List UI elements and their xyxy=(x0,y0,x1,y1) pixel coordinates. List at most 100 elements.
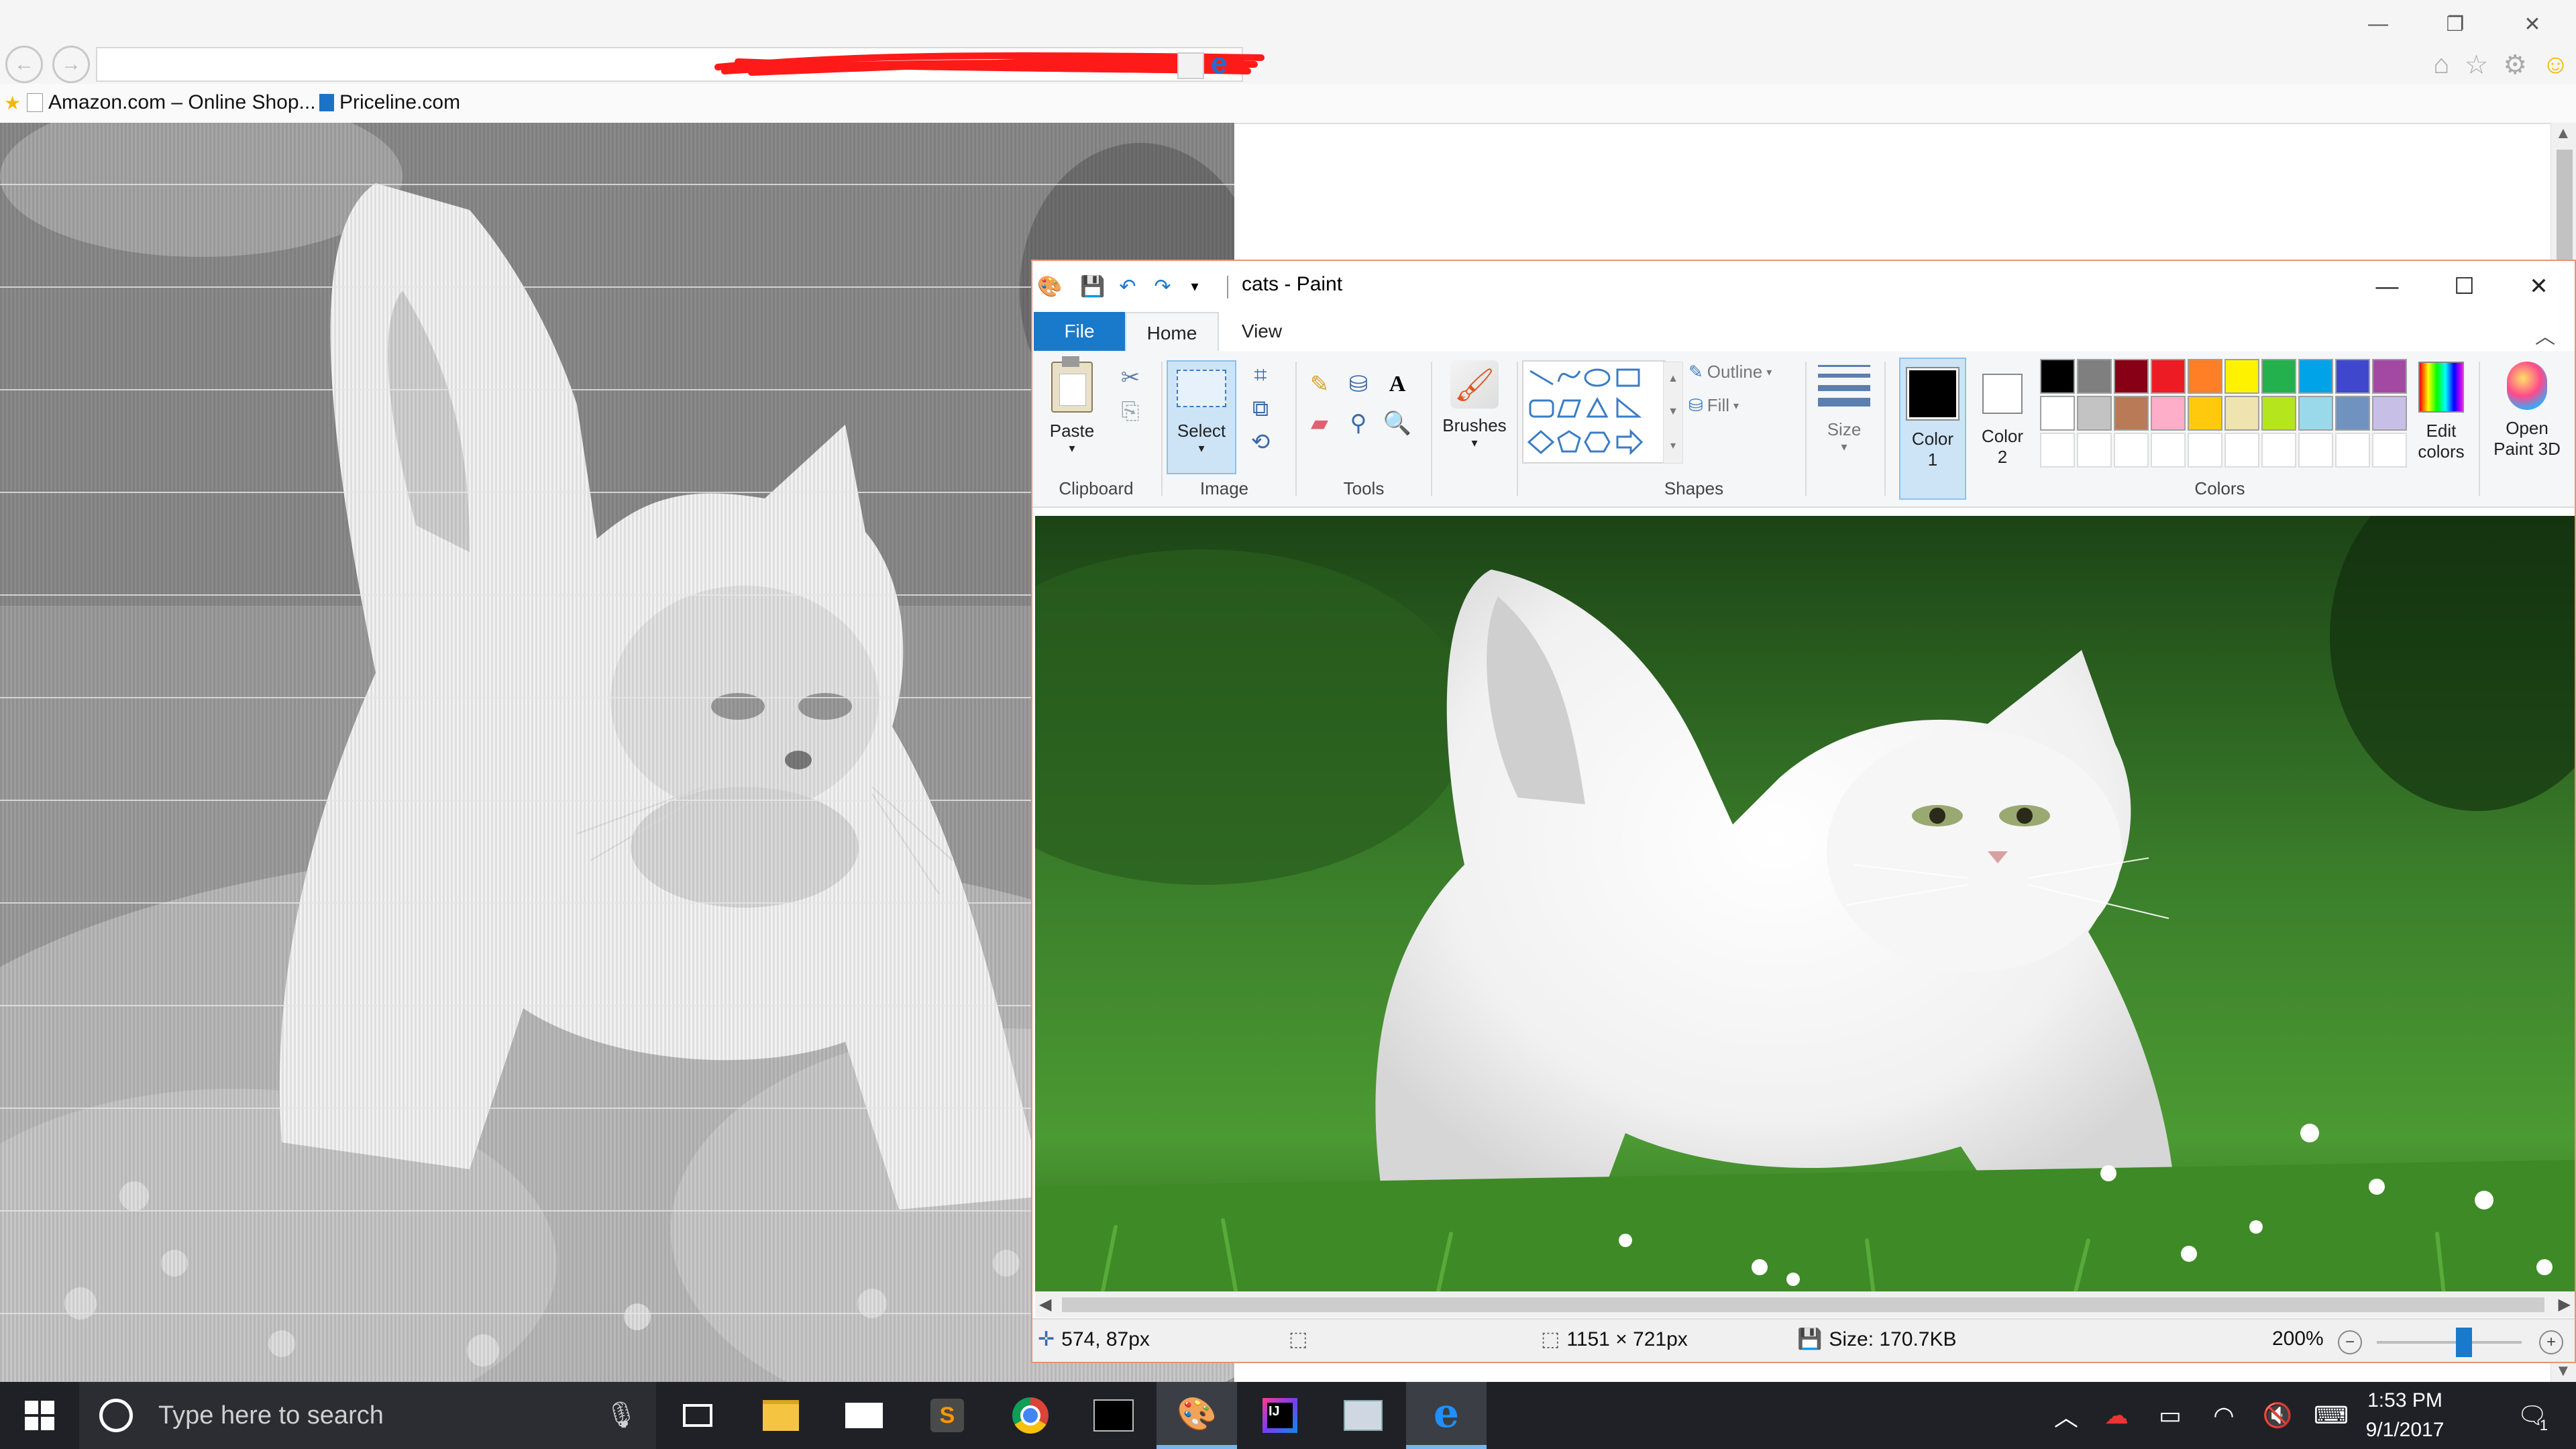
scroll-down-arrow-icon[interactable]: ▼ xyxy=(2555,1362,2571,1381)
favorites-star-icon[interactable]: ☆ xyxy=(2464,50,2488,80)
text-tool-icon[interactable]: A xyxy=(1381,368,1413,400)
rotate-icon[interactable]: ⟲ xyxy=(1244,426,1277,458)
scroll-right-arrow-icon[interactable]: ▶ xyxy=(2559,1295,2571,1314)
intellij-taskbar-button[interactable]: IJ xyxy=(1240,1382,1320,1449)
brushes-button[interactable]: 🖌 Brushes ▾ xyxy=(1438,360,1511,474)
forward-button[interactable]: → xyxy=(52,46,90,83)
tab-view[interactable]: View xyxy=(1216,312,1307,351)
file-explorer-taskbar-button[interactable] xyxy=(741,1382,821,1449)
fill-bucket-icon[interactable]: ⛁ xyxy=(1342,368,1375,400)
shapes-gallery-scroll[interactable]: ▲ ▼ ▾ xyxy=(1663,362,1683,464)
open-paint3d-button[interactable]: Open Paint 3D xyxy=(2481,362,2573,482)
action-center-button[interactable]: 🗨 1 xyxy=(2496,1382,2569,1449)
size-dropdown[interactable]: Size ▾ xyxy=(1811,362,1878,476)
palette-swatch[interactable] xyxy=(2335,359,2370,394)
palette-swatch[interactable] xyxy=(2298,359,2333,394)
palette-swatch[interactable] xyxy=(2188,396,2222,431)
browser-restore-button[interactable]: ❐ xyxy=(2418,4,2492,44)
copy-icon[interactable]: ⎘ xyxy=(1114,395,1146,427)
chrome-taskbar-button[interactable] xyxy=(990,1382,1071,1449)
canvas-horizontal-scrollbar[interactable]: ◀ ▶ xyxy=(1035,1291,2575,1318)
palette-swatch[interactable] xyxy=(2224,396,2259,431)
magnifier-icon[interactable]: 🔍 xyxy=(1381,407,1413,439)
palette-swatch[interactable] xyxy=(2188,359,2222,394)
undo-icon[interactable]: ↶ xyxy=(1114,273,1141,300)
home-icon[interactable]: ⌂ xyxy=(2433,50,2449,80)
back-button[interactable]: ← xyxy=(5,46,43,83)
battery-icon[interactable]: ▭ xyxy=(2147,1382,2194,1449)
settings-gear-icon[interactable]: ⚙ xyxy=(2503,50,2527,80)
keyboard-icon[interactable]: ⌨ xyxy=(2308,1382,2355,1449)
eraser-icon[interactable]: ▰ xyxy=(1303,407,1336,439)
palette-swatch-custom[interactable] xyxy=(2040,433,2075,468)
tab-home[interactable]: Home xyxy=(1125,312,1219,354)
smiley-feedback-icon[interactable]: ☺ xyxy=(2542,50,2569,80)
palette-swatch[interactable] xyxy=(2298,396,2333,431)
task-view-button[interactable] xyxy=(657,1382,738,1449)
palette-swatch[interactable] xyxy=(2372,396,2407,431)
show-hidden-icons-button[interactable]: ︿ xyxy=(2046,1382,2086,1449)
palette-swatch[interactable] xyxy=(2335,396,2370,431)
palette-swatch-custom[interactable] xyxy=(2114,433,2149,468)
palette-swatch[interactable] xyxy=(2114,359,2149,394)
ie-taskbar-button[interactable]: e xyxy=(1406,1382,1487,1449)
paint-taskbar-button[interactable]: 🎨 xyxy=(1157,1382,1237,1449)
palette-swatch-custom[interactable] xyxy=(2261,433,2296,468)
palette-swatch-custom[interactable] xyxy=(2151,433,2186,468)
palette-swatch[interactable] xyxy=(2372,359,2407,394)
palette-swatch-custom[interactable] xyxy=(2224,433,2259,468)
save-icon[interactable]: 💾 xyxy=(1079,273,1106,300)
canvas-scroll-thumb[interactable] xyxy=(1062,1297,2544,1312)
zoom-slider-track[interactable] xyxy=(2377,1341,2522,1344)
paste-button[interactable]: Paste ▾ xyxy=(1042,356,1102,476)
taskbar-search-box[interactable]: Type here to search 🎙 xyxy=(79,1382,656,1449)
scroll-left-arrow-icon[interactable]: ◀ xyxy=(1039,1295,1051,1314)
microphone-icon[interactable]: 🎙 xyxy=(605,1401,637,1430)
palette-swatch[interactable] xyxy=(2261,396,2296,431)
zoom-out-button[interactable]: − xyxy=(2338,1330,2362,1354)
palette-swatch-custom[interactable] xyxy=(2335,433,2370,468)
customize-quick-access-icon[interactable]: ▾ xyxy=(1181,273,1208,300)
palette-swatch[interactable] xyxy=(2151,359,2186,394)
paint-canvas[interactable] xyxy=(1035,516,2575,1294)
start-button[interactable] xyxy=(0,1382,79,1449)
color-picker-icon[interactable]: ⚲ xyxy=(1342,407,1375,439)
favorite-priceline[interactable]: Priceline.com xyxy=(319,87,460,118)
mail-taskbar-button[interactable] xyxy=(824,1382,904,1449)
terminal-taskbar-button[interactable] xyxy=(1073,1382,1154,1449)
collapse-ribbon-icon[interactable]: ︿ xyxy=(2535,320,2555,350)
taskbar-clock[interactable]: 1:53 PM 9/1/2017 xyxy=(2355,1385,2455,1446)
palette-swatch[interactable] xyxy=(2224,359,2259,394)
palette-swatch-custom[interactable] xyxy=(2188,433,2222,468)
scroll-up-arrow-icon[interactable]: ▲ xyxy=(2555,124,2571,143)
favorites-bar-star-icon[interactable]: ★ xyxy=(4,87,21,118)
palette-swatch-custom[interactable] xyxy=(2372,433,2407,468)
palette-swatch[interactable] xyxy=(2151,396,2186,431)
palette-swatch[interactable] xyxy=(2077,396,2112,431)
palette-swatch[interactable] xyxy=(2040,359,2075,394)
rdp-taskbar-button[interactable] xyxy=(1323,1382,1403,1449)
tab-file[interactable]: File xyxy=(1034,312,1125,351)
palette-swatch[interactable] xyxy=(2077,359,2112,394)
antivirus-tray-icon[interactable]: ☁ xyxy=(2093,1382,2140,1449)
crop-icon[interactable]: ⌗ xyxy=(1244,359,1277,391)
resize-icon[interactable]: ⧉ xyxy=(1244,392,1277,425)
paint-close-button[interactable]: ✕ xyxy=(2500,261,2575,312)
volume-muted-icon[interactable]: 🔇 xyxy=(2254,1382,2301,1449)
cut-icon[interactable]: ✂ xyxy=(1114,362,1146,394)
compat-view-icon[interactable] xyxy=(1177,52,1204,79)
color2-button[interactable]: Color 2 xyxy=(1969,358,2036,500)
palette-swatch-custom[interactable] xyxy=(2077,433,2112,468)
zoom-slider-thumb[interactable] xyxy=(2455,1328,2472,1357)
fill-dropdown[interactable]: ⛁ Fill ▾ xyxy=(1688,395,1739,416)
color1-button[interactable]: Color 1 xyxy=(1899,358,1966,500)
outline-dropdown[interactable]: ✎ Outline ▾ xyxy=(1688,362,1772,382)
zoom-in-button[interactable]: + xyxy=(2539,1330,2563,1354)
palette-swatch[interactable] xyxy=(2261,359,2296,394)
edit-colors-button[interactable]: Edit colors xyxy=(2408,362,2475,482)
shapes-gallery[interactable] xyxy=(1522,360,1666,464)
favorite-amazon[interactable]: Amazon.com – Online Shop... xyxy=(27,87,316,118)
select-button[interactable]: Select ▾ xyxy=(1167,360,1236,474)
browser-minimize-button[interactable]: — xyxy=(2341,4,2415,44)
sublime-taskbar-button[interactable]: S xyxy=(907,1382,987,1449)
